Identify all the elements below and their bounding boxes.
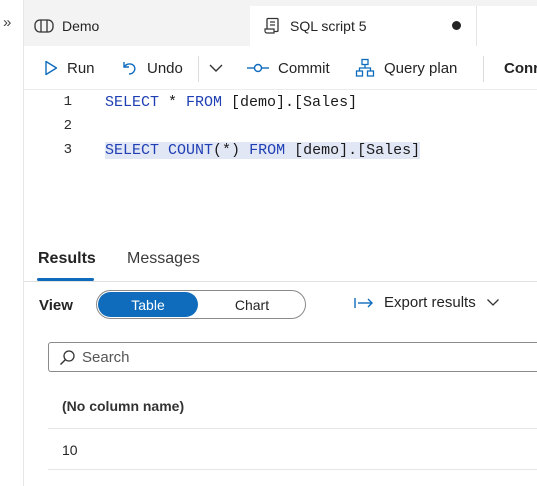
editor-tab-bar: Demo SQL script 5 — [24, 0, 537, 46]
code-line: 3 SELECT COUNT(*) FROM [demo].[Sales] — [24, 138, 537, 162]
results-grid: Search (No column name) 10 — [24, 328, 537, 486]
toolbar-divider — [483, 56, 484, 82]
tab-results[interactable]: Results — [38, 250, 96, 268]
warehouse-icon — [34, 16, 54, 36]
tab-label: Demo — [62, 18, 100, 34]
undo-button[interactable]: Undo — [120, 46, 183, 90]
commit-button[interactable]: Commit — [247, 46, 330, 90]
undo-icon — [123, 62, 136, 75]
results-tab-bar: Results Messages — [24, 244, 537, 282]
sql-editor[interactable]: 1 SELECT * FROM [demo].[Sales] 2 3 SELEC… — [24, 90, 537, 240]
search-placeholder: Search — [82, 348, 130, 366]
search-icon — [60, 349, 75, 365]
expand-panel-icon[interactable]: » — [3, 14, 11, 31]
active-tab-indicator — [37, 278, 94, 281]
run-button[interactable]: Run — [44, 46, 95, 90]
unsaved-dot-icon — [452, 21, 461, 30]
header-divider — [48, 428, 537, 429]
results-view-bar: View Table Chart Export results — [24, 284, 537, 326]
commit-icon — [247, 63, 269, 73]
row-divider — [48, 469, 537, 470]
view-table-option[interactable]: Table — [98, 292, 198, 317]
script-icon — [262, 16, 282, 36]
tab-messages[interactable]: Messages — [127, 250, 200, 268]
view-label: View — [39, 297, 73, 314]
code-text: SELECT * FROM [demo].[Sales] — [105, 93, 358, 111]
toolbar: Run Undo Commit Query plan Conr — [24, 46, 537, 90]
view-toggle: Table Chart — [96, 290, 306, 319]
tab-demo[interactable]: Demo — [34, 6, 249, 46]
chevron-down-icon — [486, 299, 499, 306]
line-number: 2 — [63, 118, 72, 134]
toolbar-divider — [198, 56, 199, 82]
chevron-down-icon — [209, 64, 223, 72]
code-line: 1 SELECT * FROM [demo].[Sales] — [24, 90, 537, 114]
export-results-button[interactable]: Export results — [354, 294, 510, 311]
undo-options-button[interactable] — [208, 46, 233, 90]
search-input[interactable]: Search — [48, 342, 537, 372]
export-arrow-icon — [354, 297, 373, 308]
code-text-selected: SELECT COUNT(*) FROM [demo].[Sales] — [105, 141, 421, 159]
tab-label: SQL script 5 — [290, 18, 367, 34]
line-number: 1 — [63, 94, 72, 110]
connect-button[interactable]: Conr — [504, 46, 537, 90]
code-line: 2 — [24, 114, 537, 138]
table-cell[interactable]: 10 — [62, 442, 78, 458]
query-plan-button[interactable]: Query plan — [355, 46, 457, 90]
query-plan-icon — [355, 58, 375, 77]
tab-bar-empty — [476, 6, 537, 46]
left-rail: » — [0, 0, 24, 486]
line-number: 3 — [63, 142, 72, 158]
column-header[interactable]: (No column name) — [62, 398, 184, 414]
play-icon — [45, 60, 58, 76]
tab-sql-script[interactable]: SQL script 5 — [250, 6, 476, 46]
view-chart-option[interactable]: Chart — [202, 291, 302, 318]
